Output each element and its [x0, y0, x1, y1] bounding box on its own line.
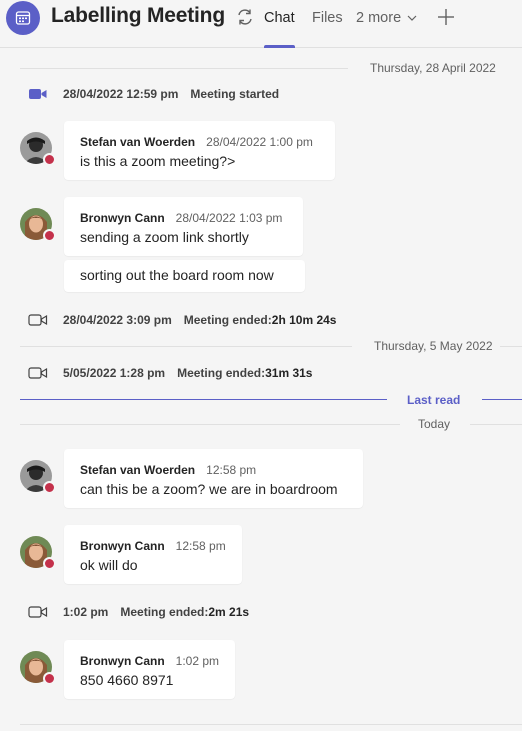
event-duration: 31m 31s: [265, 366, 313, 380]
date-divider-line: [20, 346, 352, 347]
video-camera-outline-icon: [28, 367, 48, 379]
avatar[interactable]: [20, 536, 56, 570]
message-text: sending a zoom link shortly: [80, 229, 249, 245]
event-text: Meeting ended:: [120, 605, 209, 619]
event-duration: 2m 21s: [208, 605, 250, 619]
add-tab-icon[interactable]: [437, 8, 455, 26]
message-timestamp: 28/04/2022 1:00 pm: [206, 135, 313, 149]
message-timestamp: 12:58 pm: [206, 463, 257, 477]
message-bubble[interactable]: Bronwyn Cann 12:58 pm ok will do: [64, 525, 242, 584]
message-author: Bronwyn Cann: [80, 211, 165, 225]
date-divider-line: [20, 68, 348, 69]
date-divider-label: Thursday, 5 May 2022: [374, 339, 493, 353]
meeting-event: 28/04/2022 3:09 pm Meeting ended: 2h 10m…: [28, 313, 336, 327]
event-time: 1:02 pm: [63, 605, 109, 619]
message-bubble[interactable]: Bronwyn Cann 28/04/2022 1:03 pm sending a…: [64, 197, 303, 256]
event-text: Meeting started: [190, 87, 280, 101]
message-bubble[interactable]: Stefan van Woerden 28/04/2022 1:00 pm is …: [64, 121, 335, 180]
message-bubble[interactable]: Stefan van Woerden 12:58 pm can this be a…: [64, 449, 363, 508]
date-divider-line: [20, 424, 400, 425]
meeting-event: 28/04/2022 12:59 pm Meeting started: [28, 87, 279, 101]
event-text: Meeting ended:: [177, 366, 266, 380]
message-text: ok will do: [80, 557, 138, 573]
message-text: can this be a zoom? we are in boardroom: [80, 481, 338, 497]
composer-divider: [20, 724, 522, 725]
message-author: Stefan van Woerden: [80, 463, 196, 477]
video-camera-filled-icon: [29, 89, 47, 99]
date-divider-line: [500, 346, 522, 347]
event-time: 5/05/2022 1:28 pm: [63, 366, 166, 380]
last-read-line: [482, 399, 522, 400]
message-timestamp: 12:58 pm: [175, 539, 226, 553]
status-busy-icon: [43, 672, 56, 685]
tab-files[interactable]: Files: [312, 10, 343, 26]
page-title: Labelling Meeting: [51, 4, 225, 27]
message-author: Bronwyn Cann: [80, 539, 165, 553]
message-bubble[interactable]: Bronwyn Cann 1:02 pm 850 4660 8971: [64, 640, 235, 699]
message-text: sorting out the board room now: [80, 267, 274, 283]
last-read-line: [20, 399, 387, 400]
video-camera-outline-icon: [28, 606, 48, 618]
calendar-icon[interactable]: [6, 1, 40, 35]
event-text: Meeting ended:: [183, 313, 272, 327]
message-text: is this a zoom meeting?>: [80, 153, 236, 169]
status-busy-icon: [43, 481, 56, 494]
tab-chat[interactable]: Chat: [264, 10, 295, 26]
meeting-event: 1:02 pm Meeting ended: 2m 21s: [28, 605, 249, 619]
message-timestamp: 1:02 pm: [175, 654, 220, 668]
avatar[interactable]: [20, 460, 56, 494]
event-duration: 2h 10m 24s: [271, 313, 337, 327]
date-divider-label: Today: [418, 417, 451, 431]
date-divider-line: [470, 424, 522, 425]
status-busy-icon: [43, 229, 56, 242]
chat-header: Labelling Meeting Chat Files 2 more: [0, 0, 522, 48]
message-author: Stefan van Woerden: [80, 135, 196, 149]
message-author: Bronwyn Cann: [80, 654, 165, 668]
meeting-event: 5/05/2022 1:28 pm Meeting ended: 31m 31s: [28, 366, 312, 380]
active-tab-indicator: [264, 45, 295, 48]
tab-more[interactable]: 2 more: [356, 10, 401, 26]
event-time: 28/04/2022 3:09 pm: [63, 313, 172, 327]
avatar[interactable]: [20, 132, 56, 166]
last-read-label: Last read: [407, 393, 461, 407]
video-camera-outline-icon: [28, 314, 48, 326]
event-time: 28/04/2022 12:59 pm: [63, 87, 179, 101]
avatar[interactable]: [20, 208, 56, 242]
status-busy-icon: [43, 557, 56, 570]
chevron-down-icon[interactable]: [407, 14, 417, 22]
avatar[interactable]: [20, 651, 56, 685]
message-text: 850 4660 8971: [80, 672, 174, 688]
message-timestamp: 28/04/2022 1:03 pm: [175, 211, 283, 225]
sync-icon[interactable]: [235, 7, 255, 27]
date-divider-label: Thursday, 28 April 2022: [370, 61, 496, 75]
status-busy-icon: [43, 153, 56, 166]
message-bubble[interactable]: sorting out the board room now: [64, 260, 305, 292]
